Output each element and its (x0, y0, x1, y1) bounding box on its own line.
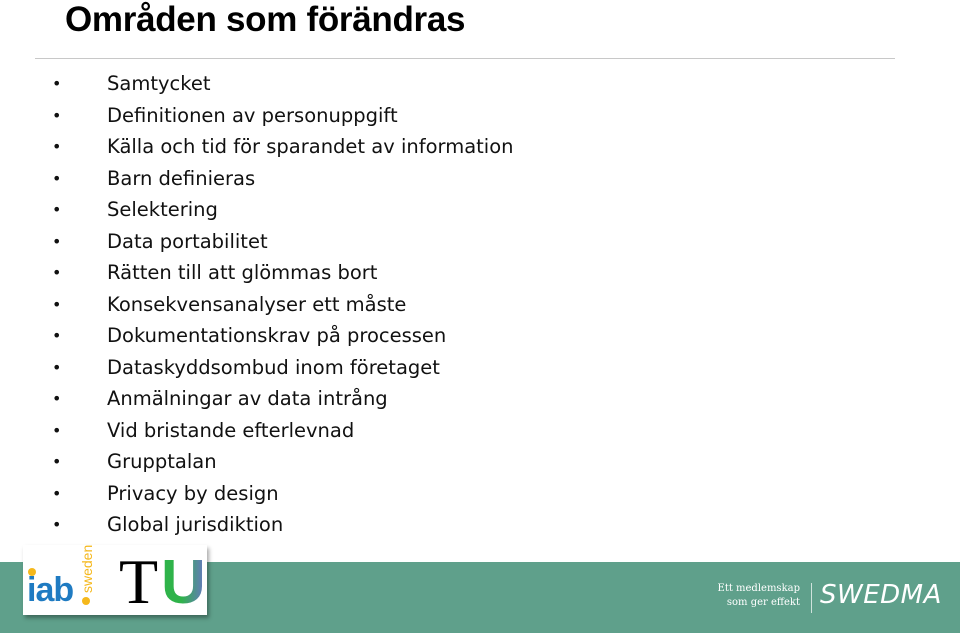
tu-logo-t: T (119, 546, 159, 617)
bullet-icon: • (52, 326, 62, 345)
swedma-logo: SWEDMA (820, 580, 942, 610)
list-item: • Privacy by design (0, 478, 514, 510)
list-item: • Definitionen av personuppgift (0, 100, 514, 132)
bullet-icon: • (52, 294, 62, 314)
list-item: • Rätten till att glömmas bort (0, 257, 514, 289)
bullet-list: • Samtycket • Definitionen av personuppgif… (0, 68, 514, 541)
list-item: • Konsekvensanalyser ett måste (0, 289, 514, 321)
list-item: • Vid bristande efterlevnad (0, 415, 514, 447)
list-item: • Data portabilitet (0, 226, 514, 258)
list-item: • Selektering (0, 194, 514, 226)
bullet-icon: • (52, 168, 62, 188)
iab-dot-icon (82, 597, 90, 605)
footer-divider (811, 583, 812, 613)
tu-logo-u: U (161, 548, 206, 617)
bullet-icon: • (52, 515, 62, 534)
iab-sweden-label: sweden (79, 544, 95, 593)
list-item: • Global jurisdiktion (0, 509, 514, 541)
list-item: • Barn definieras (0, 163, 514, 195)
iab-dot-icon (28, 568, 36, 576)
iab-logo: iab (27, 571, 74, 609)
partner-logos: iab sweden T U (23, 544, 207, 617)
bullet-icon: • (52, 357, 62, 377)
bullet-icon: • (52, 452, 62, 471)
bullet-icon: • (52, 263, 62, 282)
bullet-icon: • (52, 105, 62, 125)
bullet-icon: • (52, 137, 62, 156)
bullet-icon: • (52, 200, 62, 219)
slide-title: Områden som förändras (65, 0, 466, 39)
bullet-icon: • (52, 483, 62, 503)
title-divider (35, 58, 895, 59)
swedma-tagline: Ett medlemskap som ger effekt (717, 583, 800, 608)
bullet-icon: • (52, 231, 62, 251)
list-item: • Anmälningar av data intrång (0, 383, 514, 415)
list-item: • Källa och tid för sparandet av informat… (0, 131, 514, 163)
list-item: • Dataskyddsombud inom företaget (0, 352, 514, 384)
list-item: • Samtycket (0, 68, 514, 100)
bullet-icon: • (52, 74, 62, 93)
list-item: • Grupptalan (0, 446, 514, 478)
bullet-icon: • (52, 420, 62, 440)
list-item: • Dokumentationskrav på processen (0, 320, 514, 352)
bullet-icon: • (52, 389, 62, 408)
